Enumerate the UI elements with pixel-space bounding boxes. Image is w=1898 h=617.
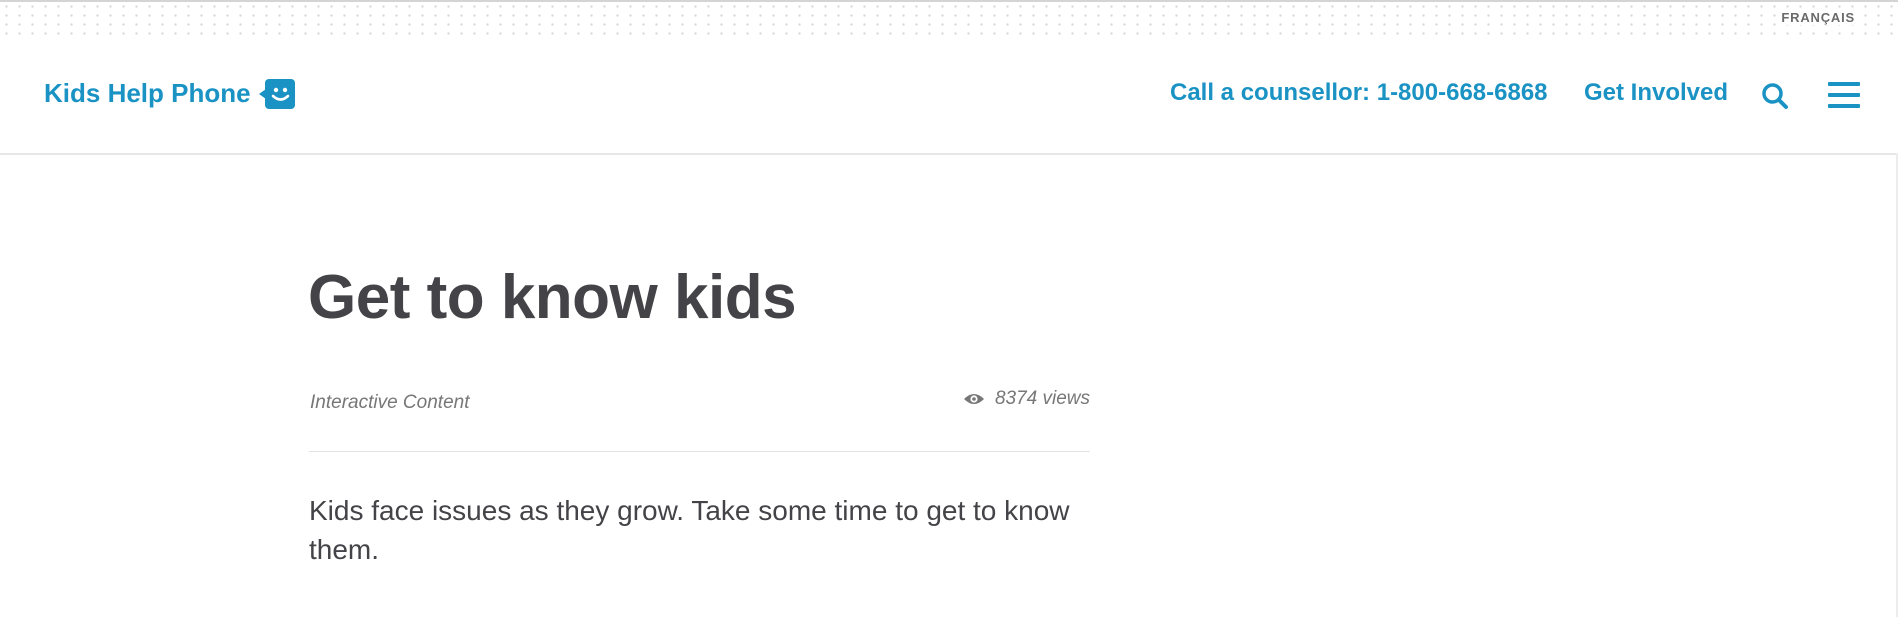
view-count-text: 8374 views	[994, 388, 1090, 409]
page-title: Get to know kids	[308, 263, 797, 332]
top-utility-bar: FRANÇAIS	[0, 0, 1898, 36]
site-header: Kids Help Phone Call a counsellor: 1-800…	[0, 34, 1898, 155]
search-icon[interactable]	[1761, 82, 1789, 110]
speech-bubble-smiley-icon	[258, 78, 295, 109]
logo-text: Kids Help Phone	[44, 78, 251, 108]
view-count: 8374 views	[963, 388, 1090, 410]
site-logo[interactable]: Kids Help Phone	[44, 78, 295, 109]
content-category: Interactive Content	[310, 392, 470, 413]
get-involved-link[interactable]: Get Involved	[1584, 79, 1728, 107]
language-toggle-link[interactable]: FRANÇAIS	[1778, 10, 1858, 25]
divider	[309, 451, 1090, 452]
eye-icon	[963, 394, 984, 404]
hamburger-menu-icon[interactable]	[1828, 80, 1860, 110]
article-lead-text: Kids face issues as they grow. Take some…	[309, 495, 1070, 565]
call-counsellor-link[interactable]: Call a counsellor: 1-800-668-6868	[1170, 79, 1548, 107]
